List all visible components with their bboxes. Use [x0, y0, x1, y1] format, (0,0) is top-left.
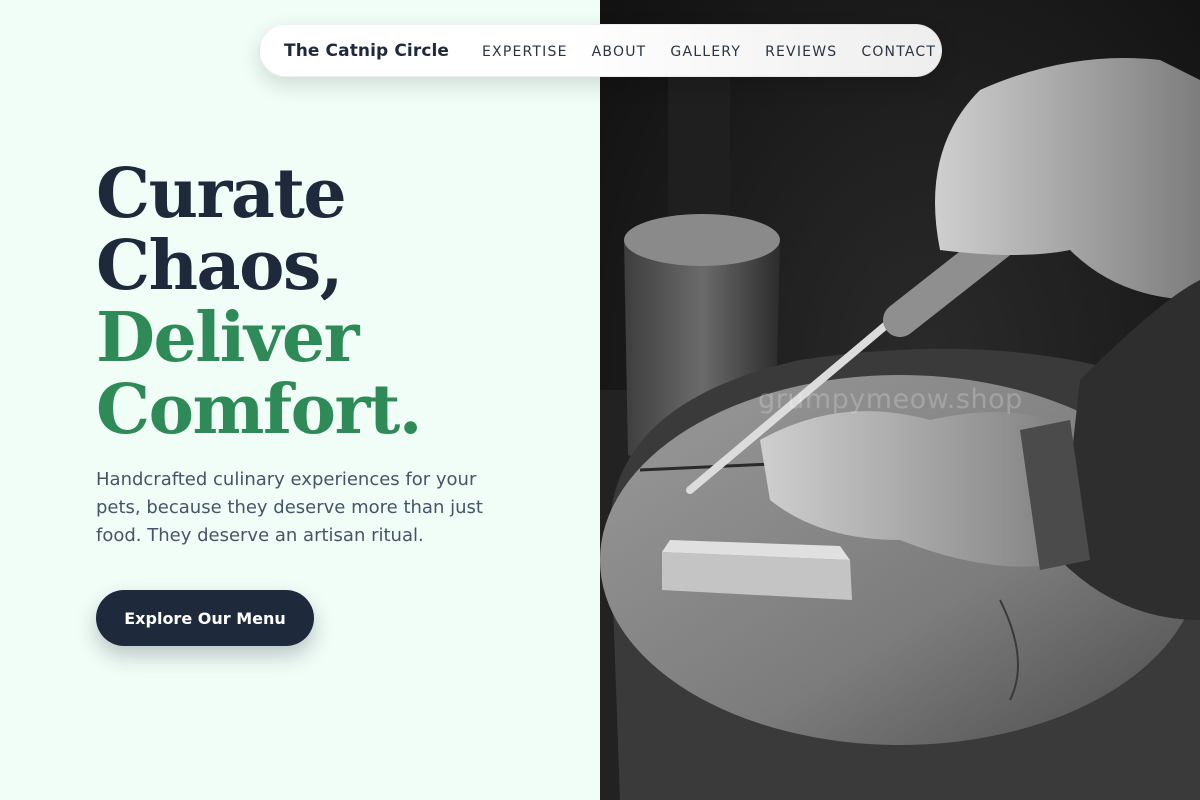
page: Curate Chaos, Deliver Comfort. Handcraft…	[0, 0, 1200, 800]
headline-line-3: Deliver	[96, 298, 359, 378]
brand-logo[interactable]: The Catnip Circle	[284, 25, 449, 78]
nav-link-about[interactable]: ABOUT	[592, 44, 647, 60]
top-navigation: The Catnip Circle EXPERTISE ABOUT GALLER…	[259, 24, 942, 77]
hero-left-panel: Curate Chaos, Deliver Comfort. Handcraft…	[0, 0, 600, 800]
nav-link-contact[interactable]: CONTACT	[861, 44, 936, 60]
headline-line-1: Curate	[96, 154, 347, 234]
hero-subtitle: Handcrafted culinary experiences for you…	[96, 469, 483, 546]
headline-line-2: Chaos,	[96, 226, 343, 306]
woodcarving-photo	[600, 0, 1200, 800]
explore-menu-button[interactable]: Explore Our Menu	[96, 590, 314, 646]
nav-link-gallery[interactable]: GALLERY	[670, 44, 741, 60]
hero-image: grumpymeow.shop	[600, 0, 1200, 800]
hero-headline: Curate Chaos, Deliver Comfort.	[96, 154, 422, 450]
nav-links: EXPERTISE ABOUT GALLERY REVIEWS CONTACT	[482, 25, 936, 78]
headline-line-4: Comfort.	[96, 370, 422, 450]
nav-link-reviews[interactable]: REVIEWS	[765, 44, 837, 60]
nav-link-expertise[interactable]: EXPERTISE	[482, 44, 568, 60]
